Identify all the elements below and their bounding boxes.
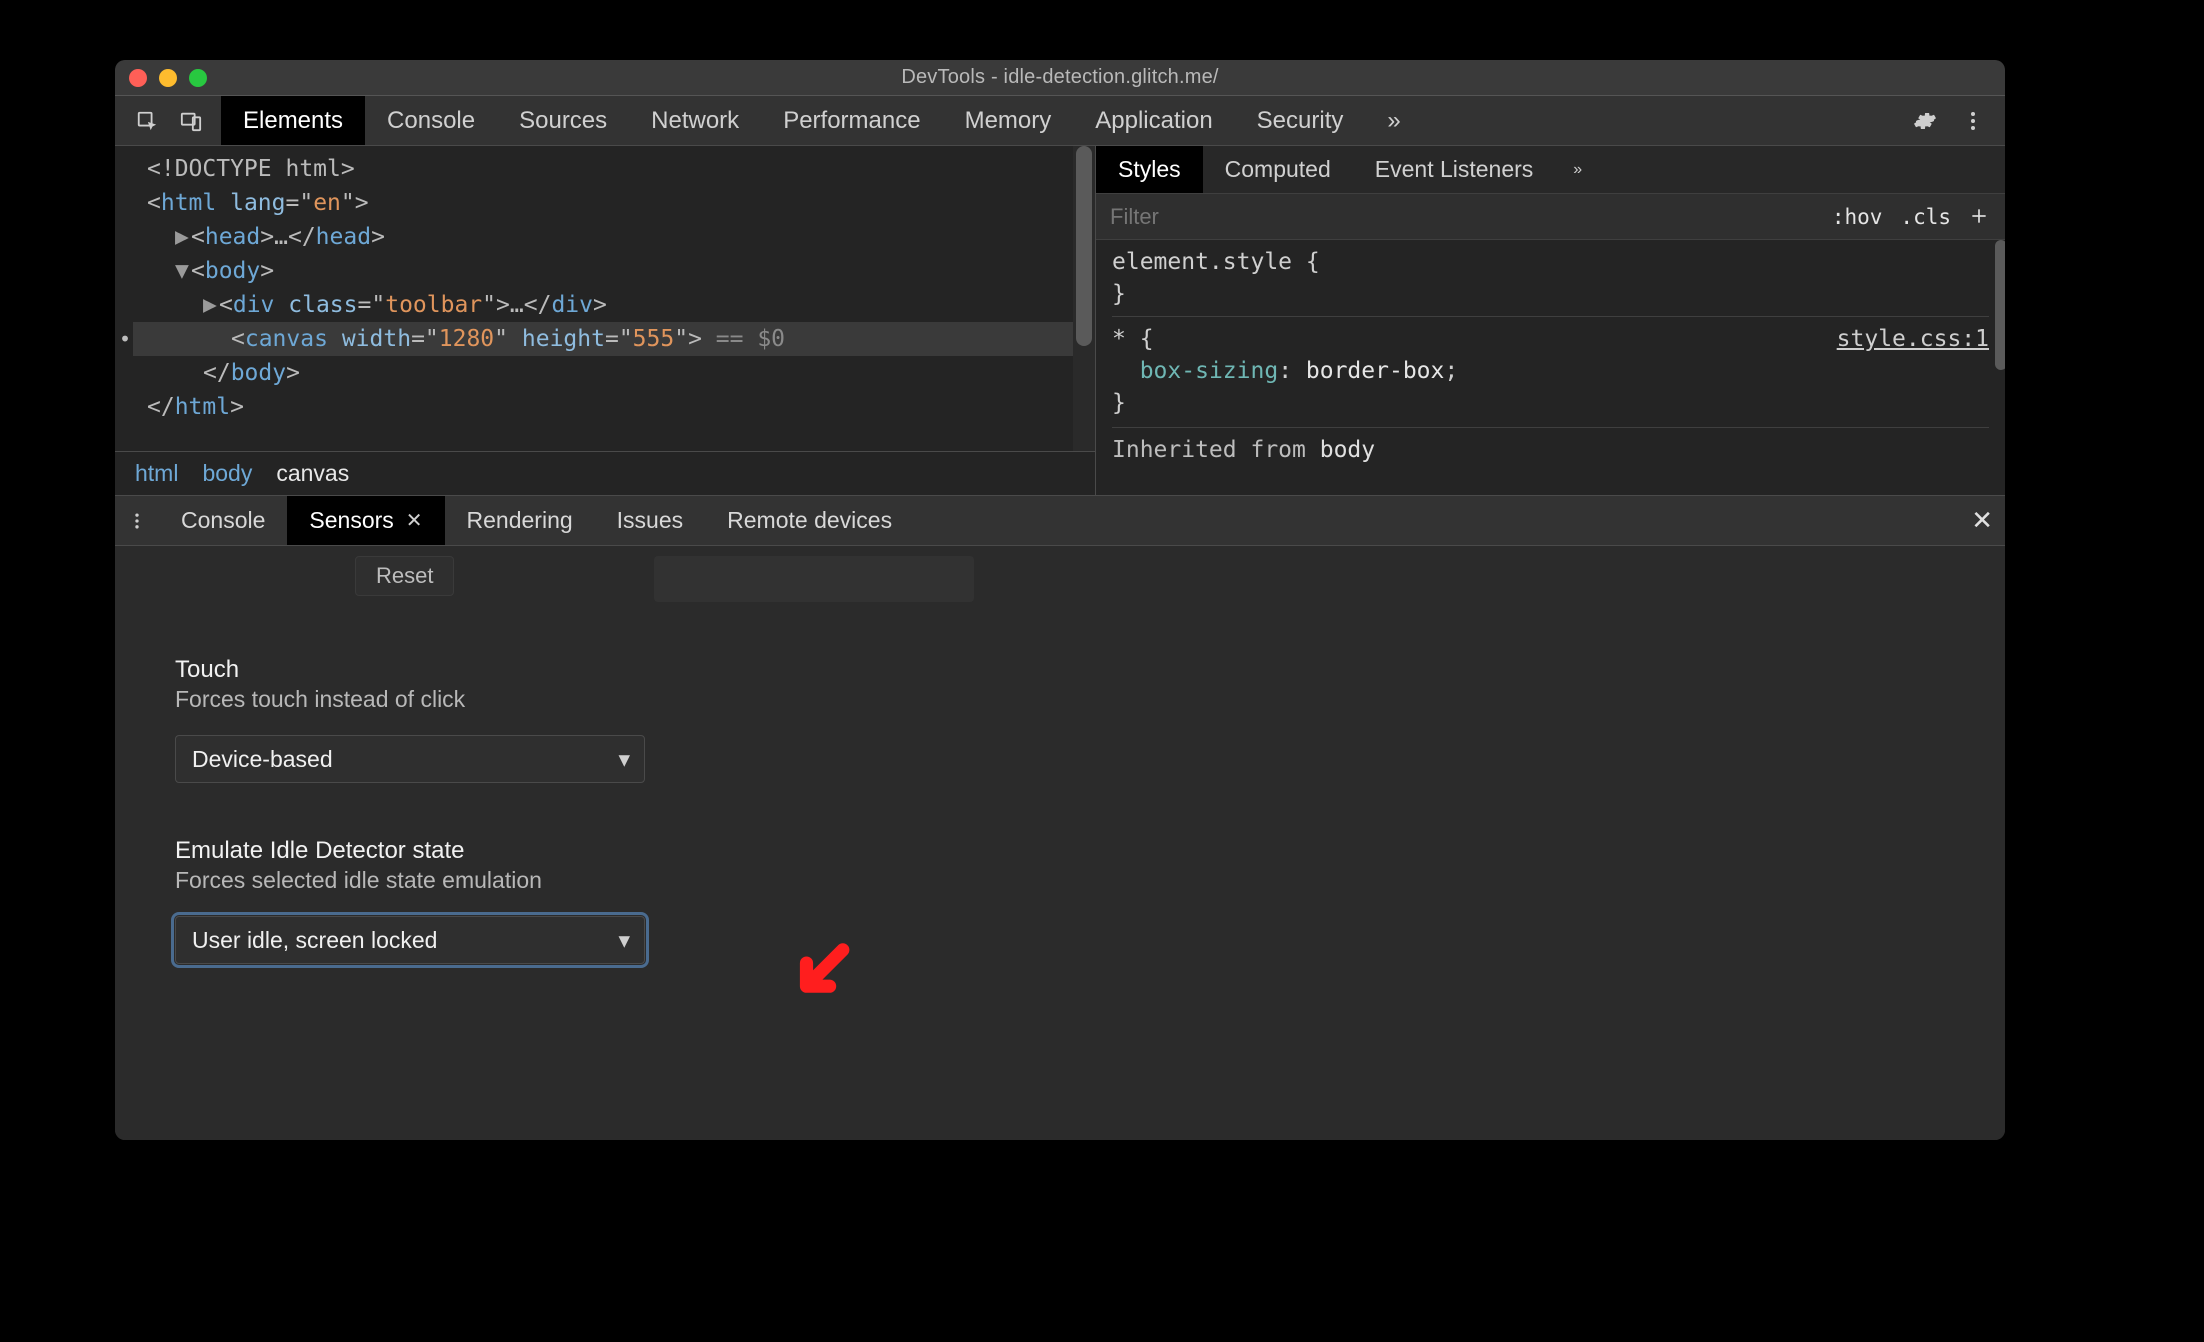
tab-elements[interactable]: Elements bbox=[221, 96, 365, 145]
disabled-field bbox=[654, 556, 974, 602]
drawer-tab-rendering[interactable]: Rendering bbox=[445, 496, 595, 545]
styles-tabs-overflow[interactable]: » bbox=[1555, 146, 1600, 193]
cls-toggle[interactable]: .cls bbox=[1900, 205, 1951, 229]
window-zoom-button[interactable] bbox=[189, 69, 207, 87]
inspect-element-icon[interactable] bbox=[125, 96, 169, 145]
window-titlebar: DevTools - idle-detection.glitch.me/ bbox=[115, 60, 2005, 96]
styles-body[interactable]: element.style {}* { box-sizing: border-b… bbox=[1096, 240, 2005, 495]
devtools-toolbar: Elements Console Sources Network Perform… bbox=[115, 96, 2005, 146]
dom-line[interactable]: ▼ <body> bbox=[133, 254, 1095, 288]
dom-tree[interactable]: <!DOCTYPE html><html lang="en">▶ <head>…… bbox=[115, 146, 1095, 451]
dom-scrollbar[interactable] bbox=[1073, 146, 1095, 451]
idle-desc: Forces selected idle state emulation bbox=[175, 867, 2005, 894]
dom-pane: <!DOCTYPE html><html lang="en">▶ <head>…… bbox=[115, 146, 1095, 495]
breadcrumb-item[interactable]: canvas bbox=[276, 460, 349, 487]
drawer-tab-sensors[interactable]: Sensors ✕ bbox=[287, 496, 444, 545]
tab-security[interactable]: Security bbox=[1235, 96, 1366, 145]
drawer-menu-icon[interactable] bbox=[115, 496, 159, 545]
devtools-window: DevTools - idle-detection.glitch.me/ Ele… bbox=[115, 60, 2005, 1140]
window-close-button[interactable] bbox=[129, 69, 147, 87]
window-minimize-button[interactable] bbox=[159, 69, 177, 87]
expand-caret-icon[interactable]: ▼ bbox=[175, 254, 191, 288]
dom-scroll-thumb[interactable] bbox=[1076, 146, 1092, 346]
new-style-rule-icon[interactable] bbox=[1969, 206, 1991, 228]
touch-select-value: Device-based bbox=[192, 746, 333, 773]
tab-memory[interactable]: Memory bbox=[943, 96, 1074, 145]
dom-line[interactable]: </html> bbox=[133, 390, 1095, 424]
touch-select[interactable]: Device-based ▾ bbox=[175, 735, 645, 783]
reset-button[interactable]: Reset bbox=[355, 556, 454, 596]
drawer-tab-remote-devices[interactable]: Remote devices bbox=[705, 496, 914, 545]
touch-desc: Forces touch instead of click bbox=[175, 686, 2005, 713]
tabs-overflow-button[interactable]: » bbox=[1365, 96, 1422, 145]
styles-scroll-thumb[interactable] bbox=[1995, 240, 2005, 370]
elements-split: <!DOCTYPE html><html lang="en">▶ <head>…… bbox=[115, 146, 2005, 496]
expand-caret-icon[interactable]: ▶ bbox=[203, 288, 219, 322]
idle-state-select[interactable]: User idle, screen locked ▾ bbox=[175, 916, 645, 964]
styles-filter-input[interactable] bbox=[1096, 194, 1832, 239]
drawer-close-icon[interactable]: ✕ bbox=[1971, 496, 1993, 545]
styles-tab-styles[interactable]: Styles bbox=[1096, 146, 1203, 193]
dom-line[interactable]: <html lang="en"> bbox=[133, 186, 1095, 220]
styles-tabs: Styles Computed Event Listeners » bbox=[1096, 146, 2005, 194]
annotation-arrow-icon bbox=[790, 940, 856, 1006]
idle-title: Emulate Idle Detector state bbox=[175, 837, 2005, 865]
drawer-body: Reset Touch Forces touch instead of clic… bbox=[115, 546, 2005, 1140]
styles-tab-event-listeners[interactable]: Event Listeners bbox=[1353, 146, 1556, 193]
tab-network[interactable]: Network bbox=[629, 96, 761, 145]
styles-scrollbar[interactable] bbox=[1995, 240, 2005, 495]
stylesheet-link[interactable]: style.css:1 bbox=[1837, 326, 1989, 352]
tab-performance[interactable]: Performance bbox=[761, 96, 942, 145]
tab-sources[interactable]: Sources bbox=[497, 96, 629, 145]
hov-toggle[interactable]: :hov bbox=[1832, 205, 1883, 229]
device-toolbar-icon[interactable] bbox=[169, 96, 213, 145]
section-idle-detector: Emulate Idle Detector state Forces selec… bbox=[175, 837, 2005, 964]
style-rule[interactable]: * { box-sizing: border-box;}style.css:1 bbox=[1112, 316, 1989, 419]
styles-pane: Styles Computed Event Listeners » :hov .… bbox=[1095, 146, 2005, 495]
dom-line[interactable]: <!DOCTYPE html> bbox=[133, 152, 1095, 186]
window-title: DevTools - idle-detection.glitch.me/ bbox=[115, 66, 2005, 89]
drawer: Console Sensors ✕ Rendering Issues Remot… bbox=[115, 496, 2005, 1140]
dom-line[interactable]: <canvas width="1280" height="555"> == $0 bbox=[133, 322, 1095, 356]
drawer-tab-sensors-label: Sensors bbox=[309, 507, 393, 534]
dom-line[interactable]: ▶ <div class="toolbar">…</div> bbox=[133, 288, 1095, 322]
more-vert-icon[interactable] bbox=[1949, 109, 1997, 133]
idle-state-value: User idle, screen locked bbox=[192, 927, 437, 954]
breadcrumb: html body canvas bbox=[115, 451, 1095, 495]
dom-line[interactable]: ▶ <head>…</head> bbox=[133, 220, 1095, 254]
style-rule[interactable]: element.style {} bbox=[1112, 246, 1989, 310]
expand-caret-icon[interactable]: ▶ bbox=[175, 220, 191, 254]
styles-tab-computed[interactable]: Computed bbox=[1203, 146, 1353, 193]
settings-gear-icon[interactable] bbox=[1901, 109, 1949, 133]
breadcrumb-item[interactable]: body bbox=[202, 460, 252, 487]
dom-line[interactable]: </body> bbox=[133, 356, 1095, 390]
drawer-tabs: Console Sensors ✕ Rendering Issues Remot… bbox=[115, 496, 2005, 546]
close-icon[interactable]: ✕ bbox=[406, 508, 423, 533]
section-touch: Touch Forces touch instead of click Devi… bbox=[175, 656, 2005, 783]
chevron-down-icon: ▾ bbox=[618, 746, 630, 773]
window-traffic-lights bbox=[129, 69, 207, 87]
styles-filter-row: :hov .cls bbox=[1096, 194, 2005, 240]
chevron-down-icon: ▾ bbox=[618, 927, 630, 954]
touch-title: Touch bbox=[175, 656, 2005, 684]
main-tabs: Elements Console Sources Network Perform… bbox=[221, 96, 1423, 145]
drawer-tab-issues[interactable]: Issues bbox=[595, 496, 705, 545]
drawer-tab-console[interactable]: Console bbox=[159, 496, 287, 545]
tab-console[interactable]: Console bbox=[365, 96, 497, 145]
breadcrumb-item[interactable]: html bbox=[135, 460, 178, 487]
tab-application[interactable]: Application bbox=[1073, 96, 1234, 145]
inherited-from-label: Inherited from body bbox=[1112, 427, 1989, 466]
